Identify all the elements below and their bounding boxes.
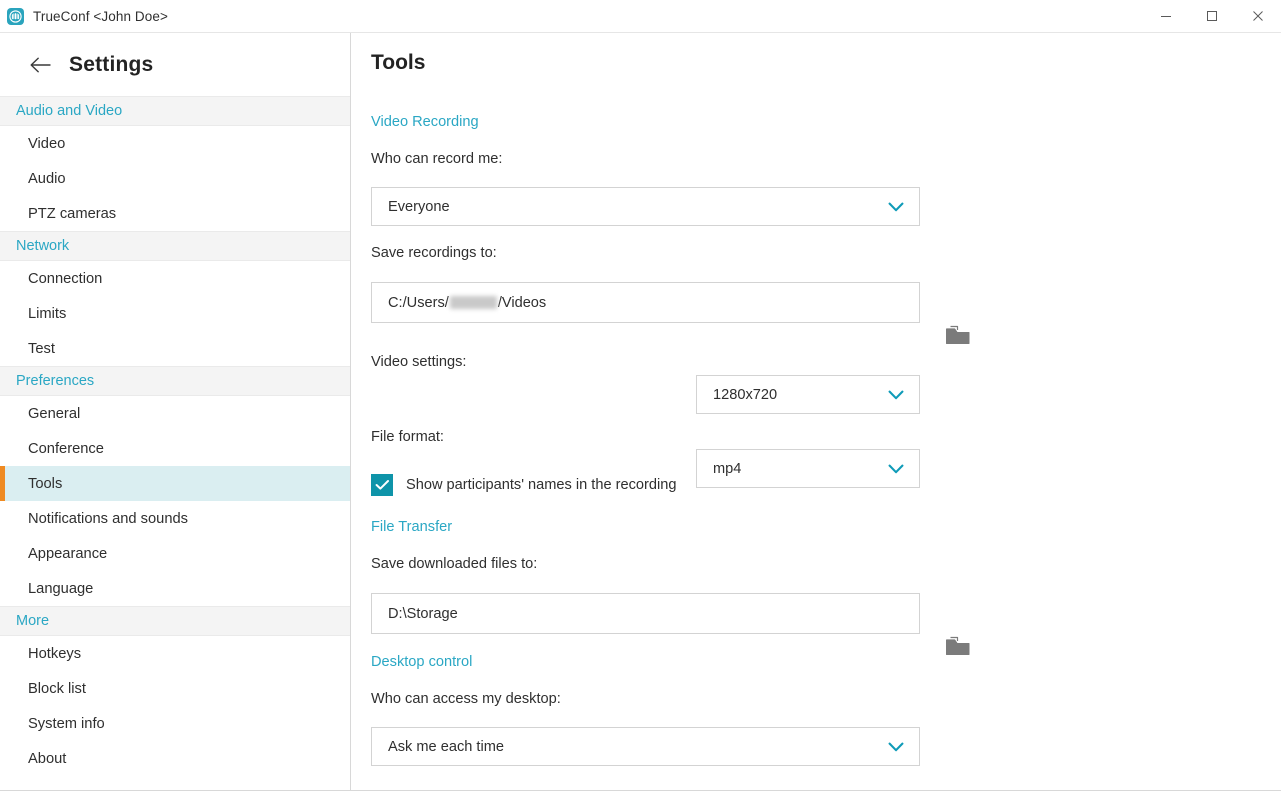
browse-downloads-folder-icon[interactable] <box>943 632 973 662</box>
window-titlebar: TrueConf <John Doe> <box>0 0 1281 33</box>
sidebar-item-label: About <box>28 750 67 767</box>
sidebar-group-header-preferences: Preferences <box>0 366 350 396</box>
sidebar-item-block-list[interactable]: Block list <box>0 671 350 706</box>
file-format-value: mp4 <box>713 460 742 477</box>
sidebar-item-label: Audio <box>28 170 66 187</box>
window-bottom-divider <box>0 790 1281 791</box>
sidebar-item-appearance[interactable]: Appearance <box>0 536 350 571</box>
save-downloaded-files-path-value: D:\Storage <box>388 605 458 622</box>
sidebar-item-video[interactable]: Video <box>0 126 350 161</box>
window-title: TrueConf <John Doe> <box>33 8 168 24</box>
who-can-access-my-desktop-dropdown[interactable]: Ask me each time <box>371 727 920 766</box>
sidebar-item-system-info[interactable]: System info <box>0 706 350 741</box>
label-who-can-access-my-desktop: Who can access my desktop: <box>371 691 561 707</box>
sidebar-item-audio[interactable]: Audio <box>0 161 350 196</box>
sidebar-item-label: Test <box>28 340 55 357</box>
sidebar-group-header-more: More <box>0 606 350 636</box>
window-controls <box>1143 0 1281 33</box>
chevron-down-icon <box>888 390 904 400</box>
tools-settings-panel: Tools Video Recording Who can record me:… <box>352 33 1281 790</box>
label-video-settings: Video settings: <box>371 354 467 370</box>
sidebar-item-label: Language <box>28 580 94 597</box>
sidebar-item-hotkeys[interactable]: Hotkeys <box>0 636 350 671</box>
chevron-down-icon <box>888 464 904 474</box>
sidebar-item-label: General <box>28 405 81 422</box>
label-save-recordings-to: Save recordings to: <box>371 245 497 261</box>
section-title-file-transfer: File Transfer <box>371 519 453 535</box>
path-prefix: C:/Users/ <box>388 294 449 311</box>
sidebar-item-test[interactable]: Test <box>0 331 350 366</box>
sidebar-item-label: Block list <box>28 680 86 697</box>
label-save-downloaded-files-to: Save downloaded files to: <box>371 556 538 572</box>
sidebar-item-language[interactable]: Language <box>0 571 350 606</box>
chevron-down-icon <box>888 202 904 212</box>
who-can-access-my-desktop-value: Ask me each time <box>388 738 504 755</box>
who-can-record-me-dropdown[interactable]: Everyone <box>371 187 920 226</box>
who-can-record-me-value: Everyone <box>388 198 450 215</box>
window-body: Settings Audio and Video Video Audio PTZ… <box>0 33 1281 800</box>
sidebar-item-connection[interactable]: Connection <box>0 261 350 296</box>
sidebar-item-ptz-cameras[interactable]: PTZ cameras <box>0 196 350 231</box>
sidebar-item-label: PTZ cameras <box>28 205 117 222</box>
maximize-button[interactable] <box>1189 0 1235 33</box>
save-recordings-path-input[interactable]: C:/Users/ /Videos <box>371 282 920 323</box>
trueconf-logo-icon <box>7 7 24 25</box>
back-arrow-icon[interactable] <box>28 52 54 78</box>
sidebar-item-label: Notifications and sounds <box>28 510 189 527</box>
sidebar-item-notifications-and-sounds[interactable]: Notifications and sounds <box>0 501 350 536</box>
sidebar-group-header-network: Network <box>0 231 350 261</box>
sidebar-item-label: System info <box>28 715 105 732</box>
minimize-button[interactable] <box>1143 0 1189 33</box>
save-recordings-path-value: C:/Users/ /Videos <box>372 295 546 311</box>
section-title-video-recording: Video Recording <box>371 114 479 130</box>
show-participants-names-checkbox[interactable] <box>371 474 393 496</box>
chevron-down-icon <box>888 742 904 752</box>
path-suffix: /Videos <box>497 294 547 311</box>
sidebar-item-general[interactable]: General <box>0 396 350 431</box>
sidebar-item-label: Tools <box>28 475 63 492</box>
sidebar-item-label: Conference <box>28 440 104 457</box>
section-title-desktop-control: Desktop control <box>371 654 473 670</box>
close-button[interactable] <box>1235 0 1281 33</box>
sidebar-item-label: Limits <box>28 305 67 322</box>
file-format-dropdown[interactable]: mp4 <box>696 449 920 488</box>
sidebar-item-conference[interactable]: Conference <box>0 431 350 466</box>
sidebar-item-limits[interactable]: Limits <box>0 296 350 331</box>
settings-sidebar: Settings Audio and Video Video Audio PTZ… <box>0 33 351 790</box>
sidebar-item-about[interactable]: About <box>0 741 350 776</box>
sidebar-group-header-audio-and-video: Audio and Video <box>0 96 350 126</box>
sidebar-item-tools[interactable]: Tools <box>0 466 350 501</box>
show-participants-names-checkbox-row[interactable]: Show participants' names in the recordin… <box>371 474 676 496</box>
page-title-settings: Settings <box>69 52 154 76</box>
show-participants-names-label: Show participants' names in the recordin… <box>406 477 677 493</box>
save-downloaded-files-path-input[interactable]: D:\Storage <box>371 593 920 634</box>
sidebar-item-label: Video <box>28 135 66 152</box>
sidebar-item-label: Connection <box>28 270 103 287</box>
sidebar-item-label: Hotkeys <box>28 645 82 662</box>
browse-recordings-folder-icon[interactable] <box>943 321 973 351</box>
sidebar-header: Settings <box>0 33 350 96</box>
page-title: Tools <box>371 51 426 74</box>
sidebar-item-label: Appearance <box>28 545 108 562</box>
video-settings-value: 1280x720 <box>713 386 778 403</box>
video-settings-dropdown[interactable]: 1280x720 <box>696 375 920 414</box>
label-who-can-record-me: Who can record me: <box>371 151 503 167</box>
redacted-username <box>449 296 497 309</box>
label-file-format: File format: <box>371 429 444 445</box>
